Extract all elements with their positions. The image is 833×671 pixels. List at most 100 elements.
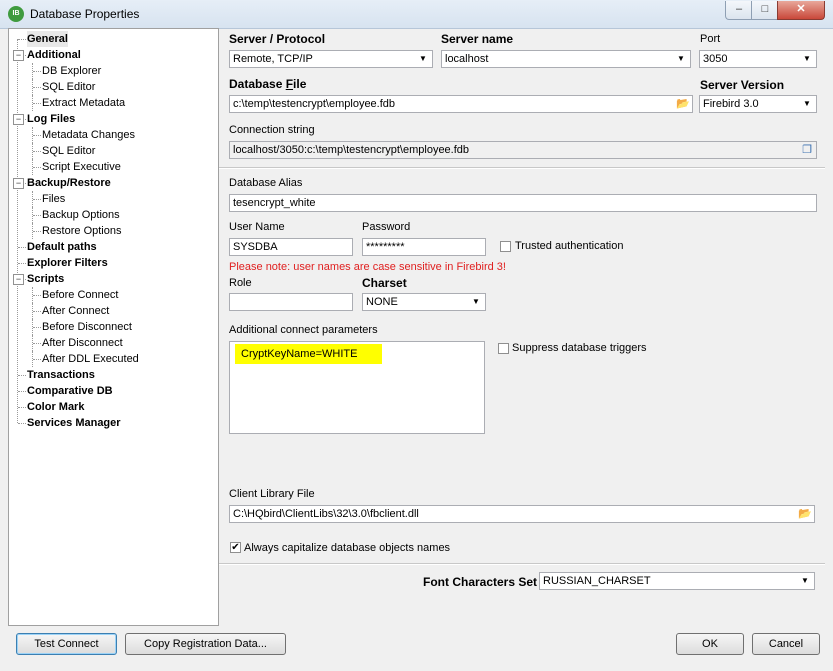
alias-label: Database Alias <box>229 177 303 189</box>
chevron-down-icon[interactable]: ▼ <box>800 96 814 112</box>
tree-guide-line <box>32 351 33 367</box>
tree-item[interactable]: Color Mark <box>27 399 84 415</box>
tree-collapse-icon[interactable]: − <box>13 274 24 285</box>
tree-item[interactable]: Backup/Restore <box>27 175 111 191</box>
tree-item[interactable]: After Connect <box>42 303 109 319</box>
tree-item[interactable]: SQL Editor <box>42 79 95 95</box>
tree-guide-line <box>32 63 33 79</box>
tree-guide-line <box>32 303 33 319</box>
tree-item[interactable]: Additional <box>27 47 81 63</box>
tree-collapse-icon[interactable]: − <box>13 50 24 61</box>
tree-item[interactable]: Extract Metadata <box>42 95 125 111</box>
tree-item[interactable]: Log Files <box>27 111 75 127</box>
tree-item[interactable]: Explorer Filters <box>27 255 108 271</box>
copy-icon[interactable]: ❐ <box>799 142 815 158</box>
tree-guide-line <box>32 79 33 95</box>
chevron-down-icon[interactable]: ▼ <box>800 51 814 67</box>
tree-guide-line <box>33 311 41 312</box>
folder-open-icon[interactable]: 📂 <box>675 96 691 112</box>
folder-open-icon[interactable]: 📂 <box>797 506 813 522</box>
chevron-down-icon[interactable]: ▼ <box>798 573 812 589</box>
server-name-value: localhost <box>445 53 489 65</box>
chevron-down-icon[interactable]: ▼ <box>416 51 430 67</box>
chevron-down-icon[interactable]: ▼ <box>674 51 688 67</box>
tree-guide-line <box>33 359 41 360</box>
additional-params-label: Additional connect parameters <box>229 324 378 336</box>
tree-item[interactable]: Backup Options <box>42 207 120 223</box>
tree-item[interactable]: Files <box>42 191 65 207</box>
password-input[interactable]: ********* <box>362 238 486 256</box>
server-version-label: Server Version <box>700 78 785 92</box>
tree-item[interactable]: SQL Editor <box>42 143 95 159</box>
title-bar: IB Database Properties ‒ □ ✕ <box>0 0 833 29</box>
tree-guide-line <box>32 159 33 175</box>
tree-item[interactable]: After DDL Executed <box>42 351 139 367</box>
server-name-label: Server name <box>441 32 514 46</box>
tree-collapse-icon[interactable]: − <box>13 114 24 125</box>
database-file-input[interactable]: c:\temp\testencrypt\employee.fdb 📂 <box>229 95 693 113</box>
separator <box>219 167 825 169</box>
charset-combo[interactable]: NONE ▼ <box>362 293 486 311</box>
alias-input[interactable]: tesencrypt_white <box>229 194 817 212</box>
tree-item[interactable]: Transactions <box>27 367 95 383</box>
test-connect-button[interactable]: Test Connect <box>16 633 117 655</box>
suppress-triggers-checkbox[interactable] <box>498 343 509 354</box>
charset-value: NONE <box>366 296 398 308</box>
minimize-button[interactable]: ‒ <box>725 1 753 20</box>
app-icon: IB <box>8 6 24 22</box>
tree-item[interactable]: Restore Options <box>42 223 121 239</box>
connection-string-label: Connection string <box>229 124 315 136</box>
suppress-triggers-label: Suppress database triggers <box>512 342 647 354</box>
tree-item[interactable]: DB Explorer <box>42 63 101 79</box>
settings-tree[interactable]: General Additional − DB Explorer SQL Editor E… <box>8 28 219 626</box>
tree-item[interactable]: After Disconnect <box>42 335 123 351</box>
port-combo[interactable]: 3050 ▼ <box>699 50 817 68</box>
trusted-auth-checkbox[interactable] <box>500 241 511 252</box>
role-label: Role <box>229 277 252 289</box>
username-input[interactable]: SYSDBA <box>229 238 353 256</box>
database-file-value: c:\temp\testencrypt\employee.fdb <box>233 98 396 110</box>
client-lib-input[interactable]: C:\HQbird\ClientLibs\32\3.0\fbclient.dll… <box>229 505 815 523</box>
tree-guide-line <box>33 135 41 136</box>
role-input[interactable] <box>229 293 353 311</box>
client-lib-label: Client Library File <box>229 488 315 500</box>
font-charset-combo[interactable]: RUSSIAN_CHARSET ▼ <box>539 572 815 590</box>
ok-button[interactable]: OK <box>676 633 744 655</box>
tree-guide-line <box>33 167 41 168</box>
tree-item[interactable]: Script Executive <box>42 159 121 175</box>
maximize-button[interactable]: □ <box>751 1 779 20</box>
tree-item[interactable]: Metadata Changes <box>42 127 135 143</box>
tree-item[interactable]: Before Connect <box>42 287 118 303</box>
copy-registration-button[interactable]: Copy Registration Data... <box>125 633 286 655</box>
tree-item[interactable]: General <box>27 31 68 47</box>
capitalize-checkbox[interactable]: ✔ <box>230 542 241 553</box>
chevron-down-icon[interactable]: ▼ <box>469 294 483 310</box>
cancel-button[interactable]: Cancel <box>752 633 820 655</box>
tree-item[interactable]: Comparative DB <box>27 383 113 399</box>
tree-item[interactable]: Scripts <box>27 271 64 287</box>
tree-guide-line <box>18 39 26 40</box>
tree-item[interactable]: Before Disconnect <box>42 319 132 335</box>
tree-guide-line <box>32 127 33 143</box>
tree-guide-line <box>32 287 33 303</box>
window-title: Database Properties <box>30 7 140 21</box>
server-name-combo[interactable]: localhost ▼ <box>441 50 691 68</box>
tree-guide-line <box>32 143 33 159</box>
case-warning: Please note: user names are case sensiti… <box>229 261 506 273</box>
tree-collapse-icon[interactable]: − <box>13 178 24 189</box>
properties-panel: Server / Protocol Remote, TCP/IP ▼ Serve… <box>219 28 825 624</box>
additional-params-memo[interactable]: CryptKeyName=WHITE <box>229 341 485 434</box>
server-version-combo[interactable]: Firebird 3.0 ▼ <box>699 95 817 113</box>
database-file-label: Database File <box>229 77 307 91</box>
tree-guide-line <box>33 231 41 232</box>
close-button[interactable]: ✕ <box>777 1 825 20</box>
username-label: User Name <box>229 221 285 233</box>
connection-string-field: localhost/3050:c:\temp\testencrypt\emplo… <box>229 141 817 159</box>
tree-guide-line <box>33 103 41 104</box>
tree-item[interactable]: Default paths <box>27 239 97 255</box>
tree-guide-line <box>33 151 41 152</box>
server-protocol-combo[interactable]: Remote, TCP/IP ▼ <box>229 50 433 68</box>
tree-guide-line <box>18 247 26 248</box>
port-label: Port <box>700 33 721 45</box>
tree-item[interactable]: Services Manager <box>27 415 121 431</box>
